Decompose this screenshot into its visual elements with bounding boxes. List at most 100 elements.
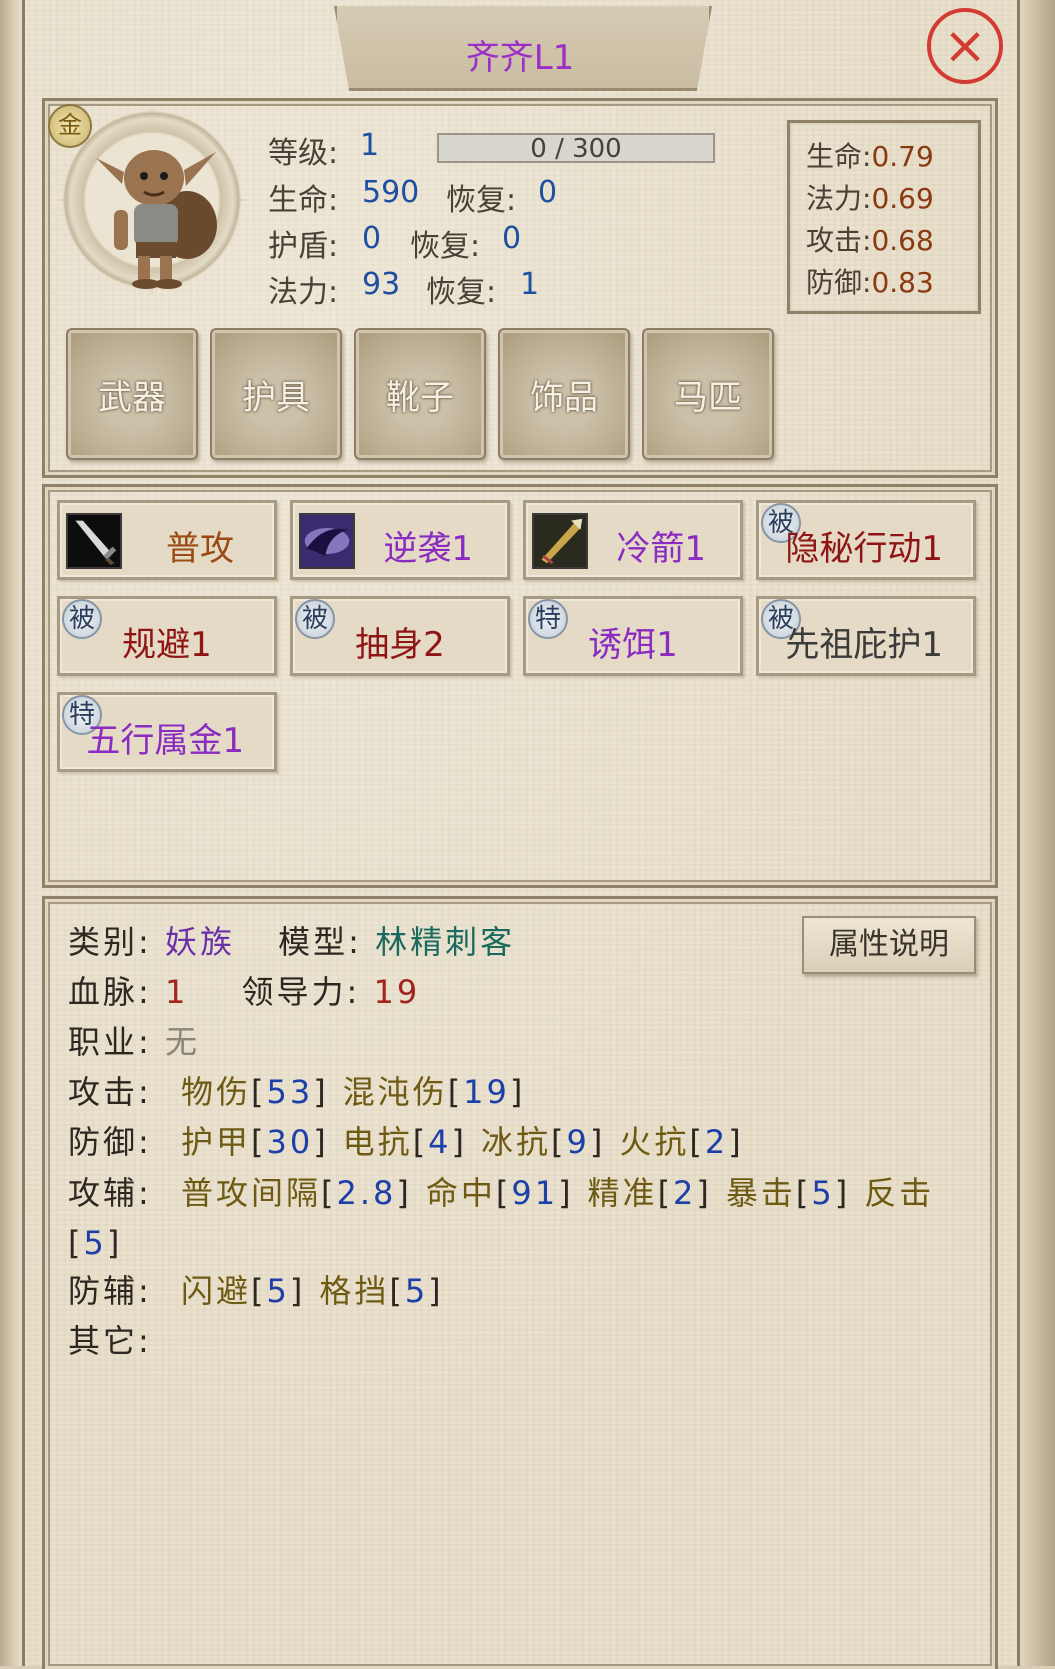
equip-armor-button[interactable]: 护具 (210, 328, 342, 460)
stat-value: [53] (250, 1073, 329, 1111)
equip-mount-button[interactable]: 马匹 (642, 328, 774, 460)
close-button[interactable]: × (927, 8, 1003, 84)
mana-regen-value: 1 (520, 267, 540, 302)
skill-name: 冷箭1 (616, 529, 706, 569)
stat-name: 混沌伤 (342, 1073, 448, 1111)
stat-name: 电抗 (342, 1123, 413, 1161)
attribute-explain-button[interactable]: 属性说明 (802, 916, 976, 974)
window-title: 齐齐L1 (465, 38, 575, 78)
stat-name: 闪避 (180, 1272, 251, 1310)
skill-slot[interactable]: 被 先祖庇护1 (756, 596, 976, 676)
stat-entry: 暴击[5] (726, 1174, 850, 1212)
stat-entry: 命中[91] (426, 1174, 574, 1212)
sword-icon (66, 513, 122, 569)
stat-entry: 护甲[30] (181, 1123, 329, 1161)
attack-row: 攻击: 物伤[53] 混沌伤[19] (68, 1073, 526, 1111)
skill-name: 逆袭1 (383, 529, 473, 569)
stat-entry: 精准[2] (588, 1174, 712, 1212)
shield-regen-label: 恢复: (410, 229, 481, 264)
stat-entry: 物伤[53] (181, 1073, 329, 1111)
hp-regen-label: 恢复: (446, 183, 517, 218)
stat-entry: 火抗[2] (619, 1123, 743, 1161)
stat-name: 火抗 (619, 1123, 690, 1161)
stat-value: [5] (250, 1272, 306, 1310)
stat-name: 物伤 (180, 1073, 251, 1111)
stat-name: 普攻间隔 (180, 1174, 321, 1212)
skill-name: 先祖庇护1 (785, 625, 943, 665)
hp-label: 生命: (268, 183, 339, 218)
skill-name: 规避1 (122, 625, 212, 665)
stat-entry: 普攻间隔[2.8] (181, 1174, 412, 1212)
shield-label: 护盾: (268, 229, 339, 264)
mana-regen-label: 恢复: (426, 275, 497, 310)
hp-regen-value: 0 (538, 175, 558, 210)
stat-value: [5] (795, 1174, 851, 1212)
stat-entry: 电抗[4] (343, 1123, 467, 1161)
skill-slot[interactable]: 普攻 (57, 500, 277, 580)
other-row: 其它: (68, 1322, 152, 1360)
stat-name: 命中 (425, 1174, 496, 1212)
level-value: 1 (360, 128, 380, 163)
job-row: 职业: 无 (68, 1023, 200, 1061)
stat-value: [91] (495, 1174, 574, 1212)
skill-slot[interactable]: 冷箭1 (523, 500, 743, 580)
frame-right (1015, 0, 1055, 1666)
stat-value: [2] (689, 1123, 744, 1161)
skill-slot[interactable]: 逆袭1 (290, 500, 510, 580)
stat-name: 暴击 (725, 1174, 796, 1212)
stat-value: [2.8] (320, 1174, 412, 1212)
stat-value: [2] (657, 1174, 712, 1212)
skill-slot[interactable]: 被 规避1 (57, 596, 277, 676)
stat-value: [19] (447, 1073, 526, 1111)
mana-label: 法力: (268, 275, 339, 310)
stat-entry: 闪避[5] (181, 1272, 305, 1310)
equip-accessory-button[interactable]: 饰品 (498, 328, 630, 460)
frame-line-right (1017, 0, 1020, 1666)
category-row: 类别: 妖族 模型: 林精刺客 (68, 923, 516, 961)
stat-name: 精准 (587, 1174, 658, 1212)
bloodline-row: 血脉: 1 领导力: 19 (68, 973, 421, 1011)
equip-weapon-button[interactable]: 武器 (66, 328, 198, 460)
defense-row: 防御: 护甲[30] 电抗[4] 冰抗[9] 火抗[2] (68, 1123, 744, 1161)
shield-regen-value: 0 (502, 221, 522, 256)
skill-name: 五行属金1 (86, 721, 244, 761)
skill-name: 隐秘行动1 (785, 529, 943, 569)
growth-attack: 攻击:0.68 (806, 224, 934, 257)
xp-bar: 0 / 300 (437, 133, 715, 163)
frame-line-left (22, 0, 25, 1666)
growth-defense: 防御:0.83 (806, 266, 934, 299)
skill-name: 抽身2 (355, 625, 445, 665)
stat-name: 冰抗 (481, 1123, 552, 1161)
stat-name: 反击 (864, 1174, 935, 1212)
stat-entry: 格挡[5] (319, 1272, 443, 1310)
element-gold-badge: 金 (48, 104, 92, 148)
skill-name: 普攻 (166, 529, 234, 569)
stat-name: 护甲 (180, 1123, 251, 1161)
stat-entry: 冰抗[9] (481, 1123, 605, 1161)
close-icon: × (943, 16, 987, 76)
growth-box: 生命:0.79 法力:0.69 攻击:0.68 防御:0.83 (787, 120, 981, 314)
mana-value: 93 (362, 267, 401, 302)
level-label: 等级: (268, 136, 339, 171)
character-window: 齐齐L1 × 金 等级: 1 0 / 300 生命: 590 恢复: 0 护盾:… (0, 0, 1055, 1669)
stat-value: [9] (551, 1123, 606, 1161)
stat-entry: 混沌伤[19] (343, 1073, 526, 1111)
stat-value: [4] (412, 1123, 468, 1161)
skill-slot[interactable]: 被 抽身2 (290, 596, 510, 676)
growth-hp: 生命:0.79 (806, 140, 934, 173)
goblin-portrait-icon (96, 150, 217, 289)
stat-value: [5] (68, 1224, 123, 1262)
skill-slot[interactable]: 特 五行属金1 (57, 692, 277, 772)
stat-name: 格挡 (319, 1272, 390, 1310)
attack-aux-row: 攻辅: 普攻间隔[2.8] 命中[91] 精准[2] 暴击[5] 反击[5] (68, 1174, 935, 1262)
equip-boots-button[interactable]: 靴子 (354, 328, 486, 460)
shadow-strike-icon (299, 513, 355, 569)
hp-value: 590 (362, 175, 420, 210)
frame-left (0, 0, 22, 1666)
skill-slot[interactable]: 特 诱饵1 (523, 596, 743, 676)
stat-value: [5] (389, 1272, 444, 1310)
skill-slot[interactable]: 被 隐秘行动1 (756, 500, 976, 580)
skill-name: 诱饵1 (588, 625, 678, 665)
stat-value: [30] (250, 1123, 329, 1161)
arrow-icon (532, 513, 588, 569)
